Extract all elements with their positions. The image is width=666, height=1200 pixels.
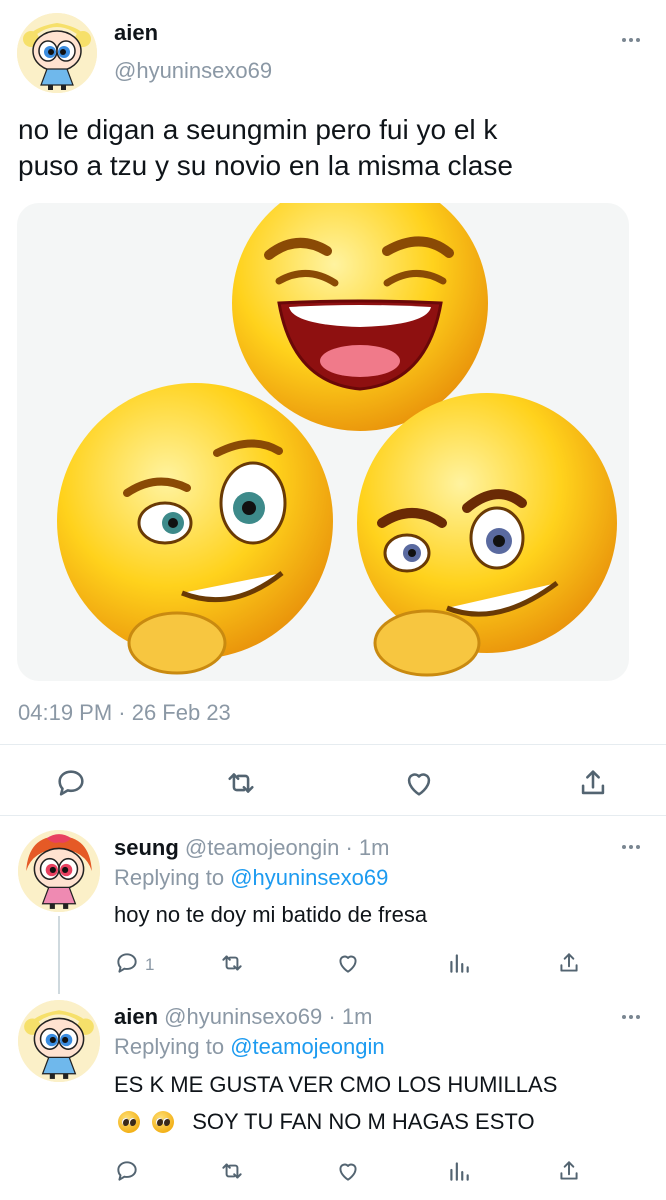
reply-text: hoy no te doy mi batido de fresa — [114, 902, 428, 927]
more-options-icon[interactable] — [622, 1015, 640, 1019]
reply-time[interactable]: · 1m — [345, 835, 389, 860]
reply-text-line2: SOY TU FAN NO M HAGAS ESTO — [192, 1109, 535, 1135]
share-icon[interactable] — [576, 766, 610, 800]
reply-text-line2-row: SOY TU FAN NO M HAGAS ESTO — [118, 1108, 535, 1135]
like-icon[interactable] — [334, 1158, 362, 1184]
reply-icon[interactable] — [114, 950, 140, 976]
reply-display-name[interactable]: seung — [114, 835, 179, 860]
more-options-icon[interactable] — [622, 38, 640, 42]
replying-to-handle[interactable]: @hyuninsexo69 — [230, 865, 388, 890]
analytics-icon[interactable] — [446, 1158, 472, 1184]
tweet-timestamp[interactable]: 04:19 PM · 26 Feb 23 — [18, 700, 231, 726]
pleading-face-icon — [118, 1111, 140, 1134]
user-avatar[interactable] — [17, 13, 97, 93]
more-options-icon[interactable] — [622, 845, 640, 849]
tweet-text-line1: no le digan a seungmin pero fui yo el k — [18, 114, 498, 145]
tweet-text-line2: puso a tzu y su novio en la misma clase — [18, 150, 513, 181]
reply-icon[interactable] — [54, 766, 88, 800]
reply-handle[interactable]: @hyuninsexo69 — [164, 1004, 322, 1029]
reply-time[interactable]: · 1m — [328, 1004, 372, 1029]
replying-to: Replying to @teamojeongin — [114, 1034, 385, 1060]
reply-icon[interactable] — [114, 1158, 140, 1184]
reply-header: seung @teamojeongin · 1m — [114, 835, 389, 861]
reply-handle[interactable]: @teamojeongin — [185, 835, 339, 860]
retweet-icon[interactable] — [218, 1158, 246, 1184]
reply-header: aien @hyuninsexo69 · 1m — [114, 1004, 372, 1030]
retweet-icon[interactable] — [218, 950, 246, 976]
retweet-icon[interactable] — [223, 766, 259, 800]
share-icon[interactable] — [556, 1158, 582, 1184]
user-handle[interactable]: @hyuninsexo69 — [114, 58, 272, 84]
tweet-media-image[interactable] — [17, 203, 629, 681]
reply-count: 1 — [145, 955, 155, 974]
pleading-face-icon — [152, 1111, 175, 1134]
divider — [0, 815, 666, 816]
reply-display-name[interactable]: aien — [114, 1004, 158, 1029]
like-icon[interactable] — [401, 766, 437, 800]
divider — [0, 744, 666, 745]
reply-avatar[interactable] — [18, 830, 100, 912]
thread-connector-line — [58, 916, 60, 994]
reply-text-line1: ES K ME GUSTA VER CMO LOS HUMILLAS — [114, 1072, 558, 1097]
replying-to-label: Replying to — [114, 1034, 225, 1059]
analytics-icon[interactable] — [446, 950, 472, 976]
replying-to: Replying to @hyuninsexo69 — [114, 865, 388, 891]
like-icon[interactable] — [334, 950, 362, 976]
replying-to-label: Replying to — [114, 865, 225, 890]
display-name[interactable]: aien — [114, 20, 158, 46]
replying-to-handle[interactable]: @teamojeongin — [230, 1034, 384, 1059]
reply-avatar[interactable] — [18, 1000, 100, 1082]
share-icon[interactable] — [556, 950, 582, 976]
